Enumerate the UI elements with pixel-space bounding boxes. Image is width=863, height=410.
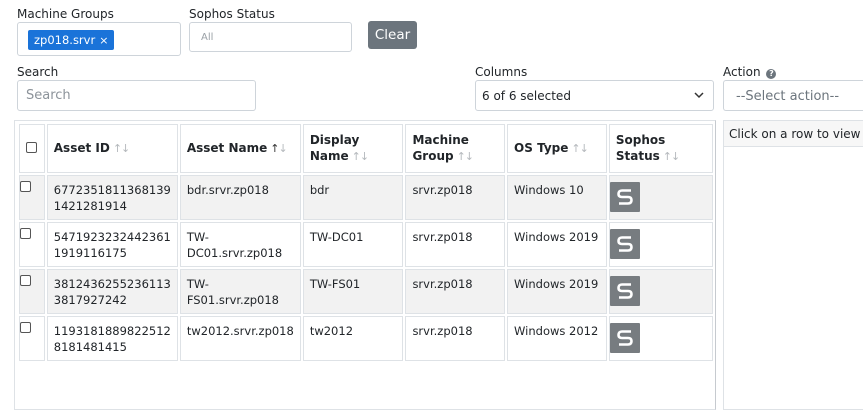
table-row[interactable]: 5471923232442361 1919116175 TW- DC01.srvr.… [19,222,713,267]
sophos-status-cell [608,175,713,220]
column-header-display-name[interactable]: Display Name ↑↓ [302,124,404,173]
sort-icon[interactable]: ↑↓ [352,150,369,163]
row-checkbox[interactable] [20,322,31,333]
sophos-shield-icon [609,323,640,353]
table-row[interactable]: 1193181889822512 8181481415 tw2012.srvr.z… [19,316,713,361]
action-label: Action ? [723,65,777,79]
sort-icon[interactable]: ↑↓ [113,142,130,155]
row-select-cell [19,222,45,267]
row-checkbox[interactable] [20,228,31,239]
detail-hint: Click on a row to view details [724,121,863,147]
columns-select[interactable]: 6 of 6 selected [475,80,714,111]
columns-label: Columns [475,65,528,79]
sophos-status-cell [608,222,713,267]
search-label: Search [17,65,59,79]
table-row[interactable]: 6772351811368139 1421281914 bdr.srvr.zp01… [19,175,713,220]
assets-table-container: Asset ID ↑↓ Asset Name ↑↓ Display Name ↑↓ M… [14,120,716,410]
column-header-sophos-status[interactable]: Sophos Status ↑↓ [608,124,713,173]
sophos-status-cell [608,316,713,361]
machine-group-cell: srvr.zp018 [405,175,506,220]
os-type-cell: Windows 10 [507,175,607,220]
row-checkbox[interactable] [20,181,31,192]
sophos-status-placeholder: All [201,32,214,43]
select-all-checkbox[interactable] [26,141,37,153]
os-type-cell: Windows 2019 [507,222,607,267]
machine-groups-label: Machine Groups [17,7,114,21]
chevron-down-icon [694,92,704,99]
asset-id-cell: 3812436255236113 3817927242 [46,269,178,314]
row-checkbox[interactable] [20,275,31,286]
action-placeholder: --Select action-- [736,89,840,104]
columns-selected-text: 6 of 6 selected [482,89,571,103]
asset-id-cell: 5471923232442361 1919116175 [46,222,178,267]
machine-group-cell: srvr.zp018 [405,269,506,314]
machine-group-chip[interactable]: zp018.srvr × [28,30,115,50]
column-header-asset-id[interactable]: Asset ID ↑↓ [46,124,178,173]
os-type-cell: Windows 2012 [507,316,607,361]
action-select[interactable]: --Select action-- [723,80,863,111]
sophos-shield-icon [609,276,640,306]
asset-name-cell: TW- FS01.srvr.zp018 [179,269,301,314]
display-name-cell: TW-FS01 [302,269,404,314]
detail-panel: Click on a row to view details [723,120,863,410]
sophos-status-label: Sophos Status [189,7,275,21]
sort-icon[interactable]: ↑↓ [571,142,588,155]
assets-table: Asset ID ↑↓ Asset Name ↑↓ Display Name ↑↓ M… [17,122,715,363]
os-type-cell: Windows 2019 [507,269,607,314]
column-header-asset-name[interactable]: Asset Name ↑↓ [179,124,301,173]
machine-groups-select[interactable]: zp018.srvr × [17,22,181,56]
column-header-os-type[interactable]: OS Type ↑↓ [507,124,607,173]
asset-name-cell: tw2012.srvr.zp018 [179,316,301,361]
sophos-status-select[interactable]: All [189,22,352,52]
machine-group-cell: srvr.zp018 [405,316,506,361]
display-name-cell: bdr [302,175,404,220]
column-header-machine-group[interactable]: Machine Group ↑↓ [405,124,506,173]
sophos-status-cell [608,269,713,314]
asset-name-cell: bdr.srvr.zp018 [179,175,301,220]
sort-icon[interactable]: ↑↓ [663,150,680,163]
clear-button[interactable]: Clear [368,21,417,49]
sophos-shield-icon [609,182,640,212]
sort-icon[interactable]: ↑↓ [457,150,474,163]
select-all-header [19,124,45,173]
help-icon[interactable]: ? [766,69,777,79]
table-header-row: Asset ID ↑↓ Asset Name ↑↓ Display Name ↑↓ M… [19,124,713,173]
asset-name-cell: TW- DC01.srvr.zp018 [179,222,301,267]
asset-id-cell: 6772351811368139 1421281914 [46,175,178,220]
sophos-shield-icon [609,229,640,259]
chip-remove-icon[interactable]: × [99,34,108,47]
machine-group-cell: srvr.zp018 [405,222,506,267]
sort-asc-icon[interactable]: ↑↓ [270,142,287,155]
display-name-cell: TW-DC01 [302,222,404,267]
search-input[interactable] [17,80,256,111]
table-row[interactable]: 3812436255236113 3817927242 TW- FS01.srvr.… [19,269,713,314]
machine-group-chip-label: zp018.srvr [34,33,96,47]
row-select-cell [19,316,45,361]
asset-id-cell: 1193181889822512 8181481415 [46,316,178,361]
row-select-cell [19,175,45,220]
row-select-cell [19,269,45,314]
display-name-cell: tw2012 [302,316,404,361]
